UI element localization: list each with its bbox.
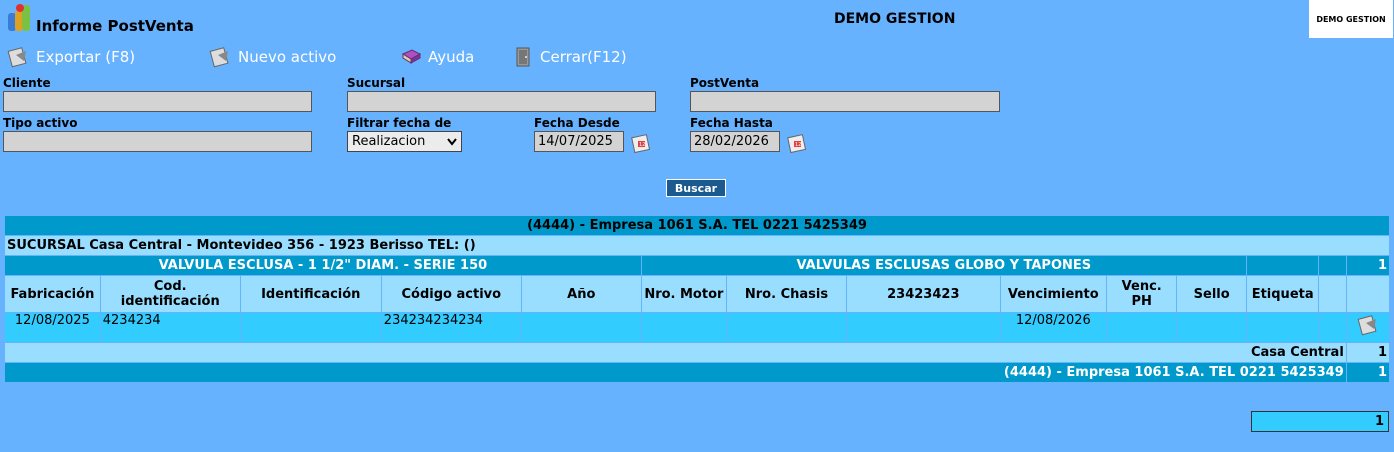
fecha-desde-field[interactable]: 14/07/2025 [534,131,624,152]
table-row[interactable]: 12/08/2025 4234234 234234234234 12/08/20… [5,313,1389,342]
sucursal-total-label: Casa Central [5,343,1346,362]
col-identificacion: Identificación [240,276,381,312]
cell-actions [1346,313,1389,342]
fecha-desde-label: Fecha Desde [534,116,620,130]
cell-nro-motor [641,313,726,342]
column-header-row: Fabricación Cod. identificación Identific… [5,276,1389,312]
col-cod-identificacion: Cod. identificación [100,276,240,312]
close-label: Cerrar(F12) [540,48,627,66]
empresa-row: (4444) - Empresa 1061 S.A. TEL 0221 5425… [5,216,1389,235]
cell-anio [521,313,641,342]
cell-cod-identificacion: 4234234 [100,313,240,342]
col-extra: 23423423 [846,276,1000,312]
calendar-icon[interactable]: 12 [786,132,808,154]
cliente-label: Cliente [3,76,51,90]
app-logo-icon [8,4,30,31]
col-fabricacion: Fabricación [5,276,100,312]
cell-extra [846,313,1000,342]
new-asset-button[interactable]: Nuevo activo [208,44,336,70]
filtrar-fecha-value: Realizacion [352,134,426,149]
sucursal-header: SUCURSAL Casa Central - Montevideo 356 -… [5,236,1389,255]
help-button[interactable]: Ayuda [400,44,474,70]
cell-identificacion [240,313,381,342]
chevron-down-icon [447,137,457,146]
svg-text:12: 12 [795,142,801,148]
calendar-icon[interactable]: 12 [630,132,652,154]
help-label: Ayuda [428,48,475,66]
col-nro-motor: Nro. Motor [641,276,726,312]
postventa-field[interactable] [690,91,1000,112]
fecha-hasta-field[interactable]: 28/02/2026 [690,131,780,152]
sucursal-total-row: Casa Central 1 [5,343,1389,362]
export-label: Exportar (F8) [36,48,136,66]
close-button[interactable]: Cerrar(F12) [512,44,627,70]
empresa-header: (4444) - Empresa 1061 S.A. TEL 0221 5425… [5,216,1389,235]
col-codigo-activo: Código activo [381,276,521,312]
export-button[interactable]: Exportar (F8) [6,44,135,70]
buscar-button[interactable]: Buscar [666,179,726,197]
cell-fabricacion: 12/08/2025 [5,313,100,342]
postventa-label: PostVenta [690,76,760,90]
sucursal-total-value: 1 [1346,343,1389,362]
empresa-total-row: (4444) - Empresa 1061 S.A. TEL 0221 5425… [5,363,1389,382]
cell-vencimiento: 12/08/2026 [1000,313,1106,342]
title-bar: Informe PostVenta DEMO GESTION DEMO GEST… [0,0,1394,40]
cliente-field[interactable] [3,91,312,112]
empresa-total-value: 1 [1346,363,1389,382]
fecha-hasta-label: Fecha Hasta [690,116,773,130]
filtrar-fecha-select[interactable]: Realizacion [347,131,462,152]
results-table: (4444) - Empresa 1061 S.A. TEL 0221 5425… [4,215,1390,383]
col-spacer [1319,276,1346,312]
col-vencimiento: Vencimiento [1000,276,1106,312]
new-label: Nuevo activo [238,48,337,66]
app-title: Informe PostVenta [36,17,194,35]
sucursal-label: Sucursal [347,76,406,90]
tipo-activo-field[interactable] [3,131,312,152]
cell-nro-chasis [727,313,846,342]
export-icon [7,47,27,68]
producto-row: VALVULA ESCLUSA - 1 1/2" DIAM. - SERIE 1… [5,256,1389,275]
cell-venc-ph [1106,313,1177,342]
producto-count: 1 [1346,256,1389,275]
empresa-total-label: (4444) - Empresa 1061 S.A. TEL 0221 5425… [5,363,1346,382]
col-venc-ph: Venc. PH [1106,276,1177,312]
filtrar-fecha-label: Filtrar fecha de [347,116,452,130]
producto-spacer [1246,256,1319,275]
grand-total: 1 [1251,411,1389,432]
cell-sello [1177,313,1246,342]
tipo-activo-label: Tipo activo [3,116,78,130]
col-sello: Sello [1177,276,1246,312]
producto-name: VALVULA ESCLUSA - 1 1/2" DIAM. - SERIE 1… [5,256,641,275]
sucursal-row: SUCURSAL Casa Central - Montevideo 356 -… [5,236,1389,255]
toolbar: Exportar (F8) Nuevo activo Ayuda Cerrar(… [0,44,1394,70]
col-anio: Año [521,276,641,312]
cell-spacer [1319,313,1346,342]
cell-etiqueta [1246,313,1319,342]
company-title: DEMO GESTION [834,11,956,27]
brand-logo: DEMO GESTION [1309,0,1393,38]
svg-text:12: 12 [639,142,645,148]
new-icon [209,47,229,68]
col-actions [1346,276,1389,312]
producto-spacer [1319,256,1346,275]
sucursal-field[interactable] [347,91,656,112]
col-etiqueta: Etiqueta [1246,276,1319,312]
door-icon [516,47,530,67]
help-book-icon [401,49,422,64]
cell-codigo-activo: 234234234234 [381,313,521,342]
edit-icon[interactable] [1356,313,1380,337]
col-nro-chasis: Nro. Chasis [727,276,846,312]
producto-familia: VALVULAS ESCLUSAS GLOBO Y TAPONES [641,256,1246,275]
